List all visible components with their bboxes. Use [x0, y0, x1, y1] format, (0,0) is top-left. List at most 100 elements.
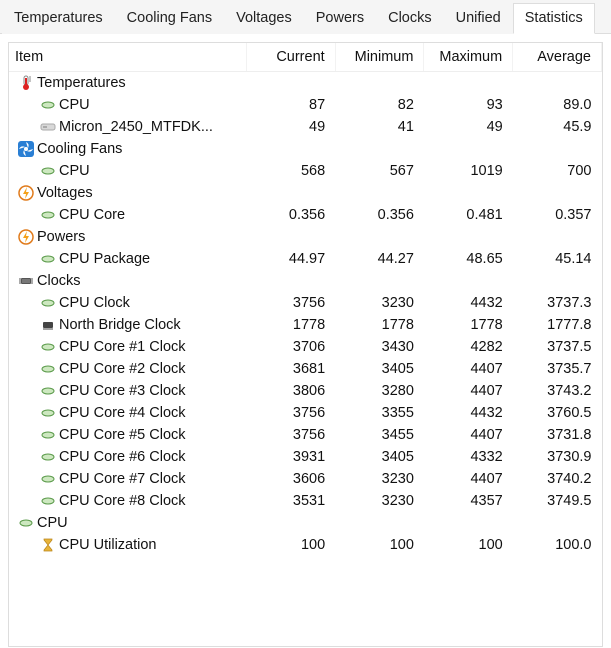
cell-maximum: 4432 [424, 292, 513, 314]
tab-statistics[interactable]: Statistics [513, 3, 595, 34]
cell-average [513, 138, 602, 160]
cell-maximum: 4332 [424, 446, 513, 468]
cell-minimum: 1778 [335, 314, 424, 336]
cell-maximum [424, 226, 513, 248]
thermometer-icon [18, 75, 34, 91]
cell-minimum: 41 [335, 116, 424, 138]
row-label: CPU Core #1 Clock [59, 339, 186, 355]
table-row[interactable]: CPU Core #5 Clock3756345544073731.8 [9, 424, 602, 446]
row-label: CPU Utilization [59, 537, 157, 553]
table-row[interactable]: North Bridge Clock1778177817781777.8 [9, 314, 602, 336]
table-row[interactable]: CPU87829389.0 [9, 94, 602, 116]
group-row[interactable]: Voltages [9, 182, 602, 204]
tab-cooling-fans[interactable]: Cooling Fans [115, 3, 224, 34]
chip-sm-icon [40, 317, 56, 333]
cell-minimum: 3230 [335, 292, 424, 314]
cell-average [513, 182, 602, 204]
col-current[interactable]: Current [246, 43, 335, 72]
table-row[interactable]: CPU Core0.3560.3560.4810.357 [9, 204, 602, 226]
cell-average: 3749.5 [513, 490, 602, 512]
cell-average: 3743.2 [513, 380, 602, 402]
cell-minimum: 0.356 [335, 204, 424, 226]
tab-voltages[interactable]: Voltages [224, 3, 304, 34]
cell-maximum [424, 138, 513, 160]
tab-unified[interactable]: Unified [444, 3, 513, 34]
row-label: CPU Core #3 Clock [59, 383, 186, 399]
cell-average [513, 270, 602, 292]
cell-average: 0.357 [513, 204, 602, 226]
tab-temperatures[interactable]: Temperatures [2, 3, 115, 34]
table-row[interactable]: CPU5685671019700 [9, 160, 602, 182]
table-row[interactable]: CPU Core #4 Clock3756335544323760.5 [9, 402, 602, 424]
cell-average: 3735.7 [513, 358, 602, 380]
cell-minimum: 3430 [335, 336, 424, 358]
cell-current: 3756 [246, 292, 335, 314]
group-row[interactable]: Temperatures [9, 72, 602, 95]
cell-maximum [424, 182, 513, 204]
table-row[interactable]: CPU Package44.9744.2748.6545.14 [9, 248, 602, 270]
row-label: North Bridge Clock [59, 317, 181, 333]
cell-current: 3756 [246, 424, 335, 446]
row-label: CPU Core [59, 207, 125, 223]
cell-maximum: 100 [424, 534, 513, 556]
col-average[interactable]: Average [513, 43, 602, 72]
row-label: CPU Core #7 Clock [59, 471, 186, 487]
cell-minimum [335, 138, 424, 160]
cell-average: 89.0 [513, 94, 602, 116]
table-row[interactable]: CPU Core #3 Clock3806328044073743.2 [9, 380, 602, 402]
statistics-table: Item Current Minimum Maximum Average Tem… [9, 43, 602, 556]
cell-current [246, 138, 335, 160]
tab-clocks[interactable]: Clocks [376, 3, 444, 34]
row-label: Voltages [37, 185, 93, 201]
table-row[interactable]: Micron_2450_MTFDK...49414945.9 [9, 116, 602, 138]
group-row[interactable]: Cooling Fans [9, 138, 602, 160]
table-row[interactable]: CPU Utilization100100100100.0 [9, 534, 602, 556]
cell-current [246, 226, 335, 248]
group-row[interactable]: Clocks [9, 270, 602, 292]
cell-maximum [424, 72, 513, 95]
sensor-icon [40, 97, 56, 113]
table-row[interactable]: CPU Core #1 Clock 3706343042823737.5 [9, 336, 602, 358]
sensor-icon [40, 361, 56, 377]
cell-current: 3681 [246, 358, 335, 380]
cell-current: 3706 [246, 336, 335, 358]
table-row[interactable]: CPU Clock3756323044323737.3 [9, 292, 602, 314]
table-row[interactable]: CPU Core #2 Clock3681340544073735.7 [9, 358, 602, 380]
col-minimum[interactable]: Minimum [335, 43, 424, 72]
cell-current [246, 72, 335, 95]
row-label: Temperatures [37, 75, 126, 91]
cell-maximum: 4432 [424, 402, 513, 424]
row-label: CPU Clock [59, 295, 130, 311]
table-row[interactable]: CPU Core #6 Clock3931340543323730.9 [9, 446, 602, 468]
cell-maximum: 4282 [424, 336, 513, 358]
group-row[interactable]: CPU [9, 512, 602, 534]
cell-average: 45.14 [513, 248, 602, 270]
cell-average: 3730.9 [513, 446, 602, 468]
sensor-icon [40, 207, 56, 223]
cell-minimum: 3405 [335, 358, 424, 380]
cell-minimum: 3230 [335, 468, 424, 490]
cell-average: 3731.8 [513, 424, 602, 446]
hourglass-icon [40, 537, 56, 553]
table-row[interactable]: CPU Core #7 Clock3606323044073740.2 [9, 468, 602, 490]
sensor-icon [40, 493, 56, 509]
cell-current: 568 [246, 160, 335, 182]
cell-current: 44.97 [246, 248, 335, 270]
cell-average: 3737.5 [513, 336, 602, 358]
tab-powers[interactable]: Powers [304, 3, 376, 34]
col-item[interactable]: Item [9, 43, 246, 72]
cell-average: 3760.5 [513, 402, 602, 424]
cell-maximum: 4407 [424, 468, 513, 490]
sensor-icon [40, 427, 56, 443]
statistics-panel: Item Current Minimum Maximum Average Tem… [8, 42, 603, 647]
col-maximum[interactable]: Maximum [424, 43, 513, 72]
cell-maximum: 4357 [424, 490, 513, 512]
table-row[interactable]: CPU Core #8 Clock3531323043573749.5 [9, 490, 602, 512]
fan-icon [18, 141, 34, 157]
cell-maximum: 1019 [424, 160, 513, 182]
cell-current: 3531 [246, 490, 335, 512]
group-row[interactable]: Powers [9, 226, 602, 248]
cell-minimum: 3230 [335, 490, 424, 512]
cell-maximum [424, 512, 513, 534]
row-label: CPU Core #4 Clock [59, 405, 186, 421]
